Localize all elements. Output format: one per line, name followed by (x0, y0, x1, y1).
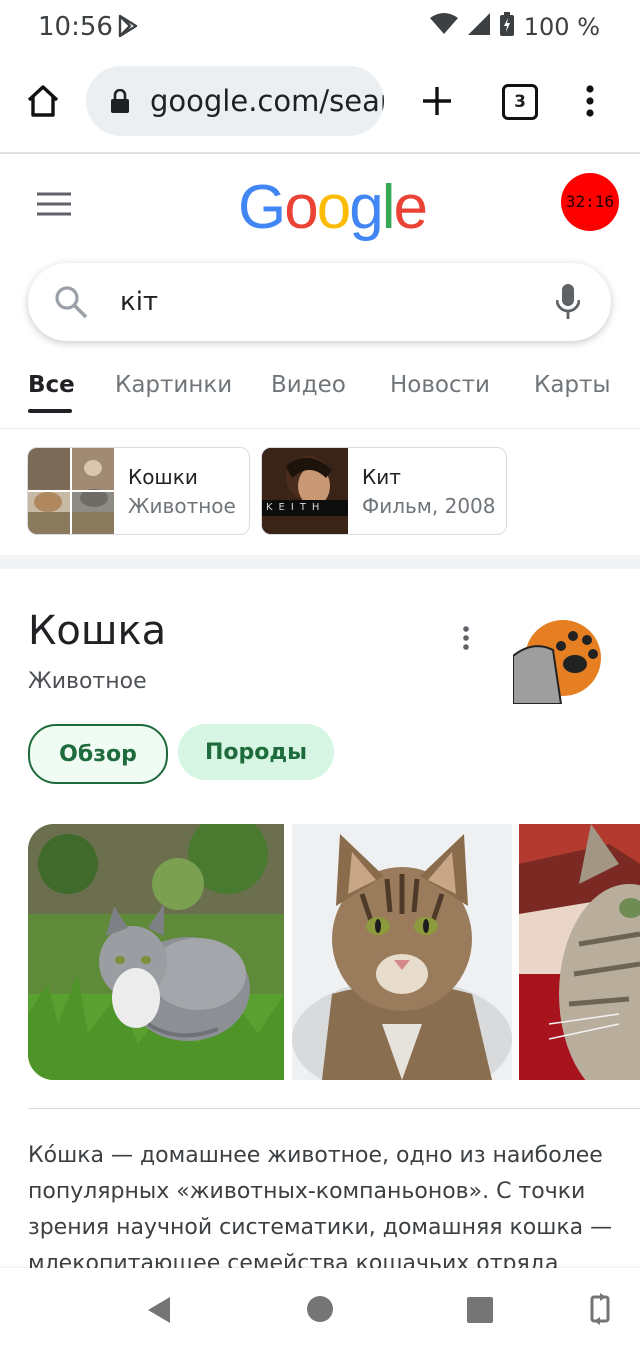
account-avatar[interactable]: 32:16 (561, 173, 619, 231)
status-time: 10:56 (38, 12, 113, 42)
active-tab-indicator (28, 409, 72, 413)
cat-photo-2[interactable] (292, 824, 512, 1080)
logo-letter: o (284, 173, 319, 242)
tab-switcher-button[interactable]: 3 (502, 84, 538, 120)
hamburger-menu-icon[interactable] (37, 192, 71, 221)
tab-all[interactable]: Все (28, 372, 75, 398)
recents-icon[interactable] (467, 1297, 493, 1328)
tab-video[interactable]: Видео (271, 372, 346, 398)
rotate-icon[interactable] (588, 1292, 612, 1331)
logo-letter: g (349, 173, 384, 242)
search-tabs: Все Картинки Видео Новости Карты (0, 360, 640, 429)
knowledge-panel-subtitle: Животное (28, 669, 147, 694)
play-store-icon (116, 14, 140, 43)
cell-signal-icon (467, 13, 490, 41)
logo-letter: G (238, 173, 286, 242)
chip-subtitle: Животное (128, 494, 236, 518)
home-circle-icon[interactable] (307, 1296, 333, 1327)
google-logo[interactable]: Google (238, 172, 428, 243)
home-icon[interactable] (26, 84, 60, 123)
tab-images[interactable]: Картинки (115, 372, 232, 398)
logo-letter: o (316, 173, 352, 242)
cats-thumbnail (28, 448, 114, 534)
overview-button[interactable]: Обзор (28, 724, 168, 784)
browser-toolbar: google.com/search 3 (0, 54, 640, 154)
new-tab-icon[interactable] (422, 86, 452, 121)
entity-chip-cats[interactable]: Кошки Животное (27, 447, 250, 535)
chip-title: Кит (362, 465, 401, 489)
chip-subtitle: Фильм, 2008 (362, 494, 496, 518)
address-bar[interactable]: google.com/search (86, 66, 384, 136)
status-icons: 100 % (429, 12, 600, 42)
tab-news[interactable]: Новости (390, 372, 490, 398)
lock-icon (110, 88, 130, 118)
logo-letter: e (393, 173, 428, 242)
mic-icon[interactable] (555, 283, 581, 326)
wifi-icon (429, 13, 458, 41)
cat-photo-1[interactable] (28, 824, 284, 1080)
film-poster-thumbnail: KEITH (262, 448, 348, 534)
tab-maps[interactable]: Карты (534, 372, 611, 398)
status-bar: 10:56 100 % (0, 0, 640, 54)
section-separator (0, 555, 640, 569)
more-menu-icon[interactable] (583, 84, 597, 123)
battery-icon (499, 12, 514, 42)
cat-paw-icon (512, 616, 601, 705)
knowledge-panel-title: Кошка (28, 608, 167, 654)
panel-more-icon[interactable] (461, 625, 471, 656)
logo-letter: l (381, 173, 396, 242)
entity-chip-film[interactable]: KEITH Кит Фильм, 2008 (261, 447, 507, 535)
content-divider (28, 1108, 640, 1109)
search-icon[interactable] (54, 285, 88, 324)
cat-photo-3[interactable] (519, 824, 640, 1080)
chip-title: Кошки (128, 465, 198, 489)
search-input[interactable]: кіт (120, 287, 158, 317)
back-icon[interactable] (146, 1296, 172, 1329)
android-nav-bar (0, 1268, 640, 1352)
url-text: google.com/search (150, 84, 384, 118)
film-poster-title: KEITH (266, 502, 326, 513)
breeds-button[interactable]: Породы (178, 724, 334, 780)
search-box[interactable]: кіт (28, 263, 611, 341)
battery-percent: 100 % (523, 13, 600, 41)
